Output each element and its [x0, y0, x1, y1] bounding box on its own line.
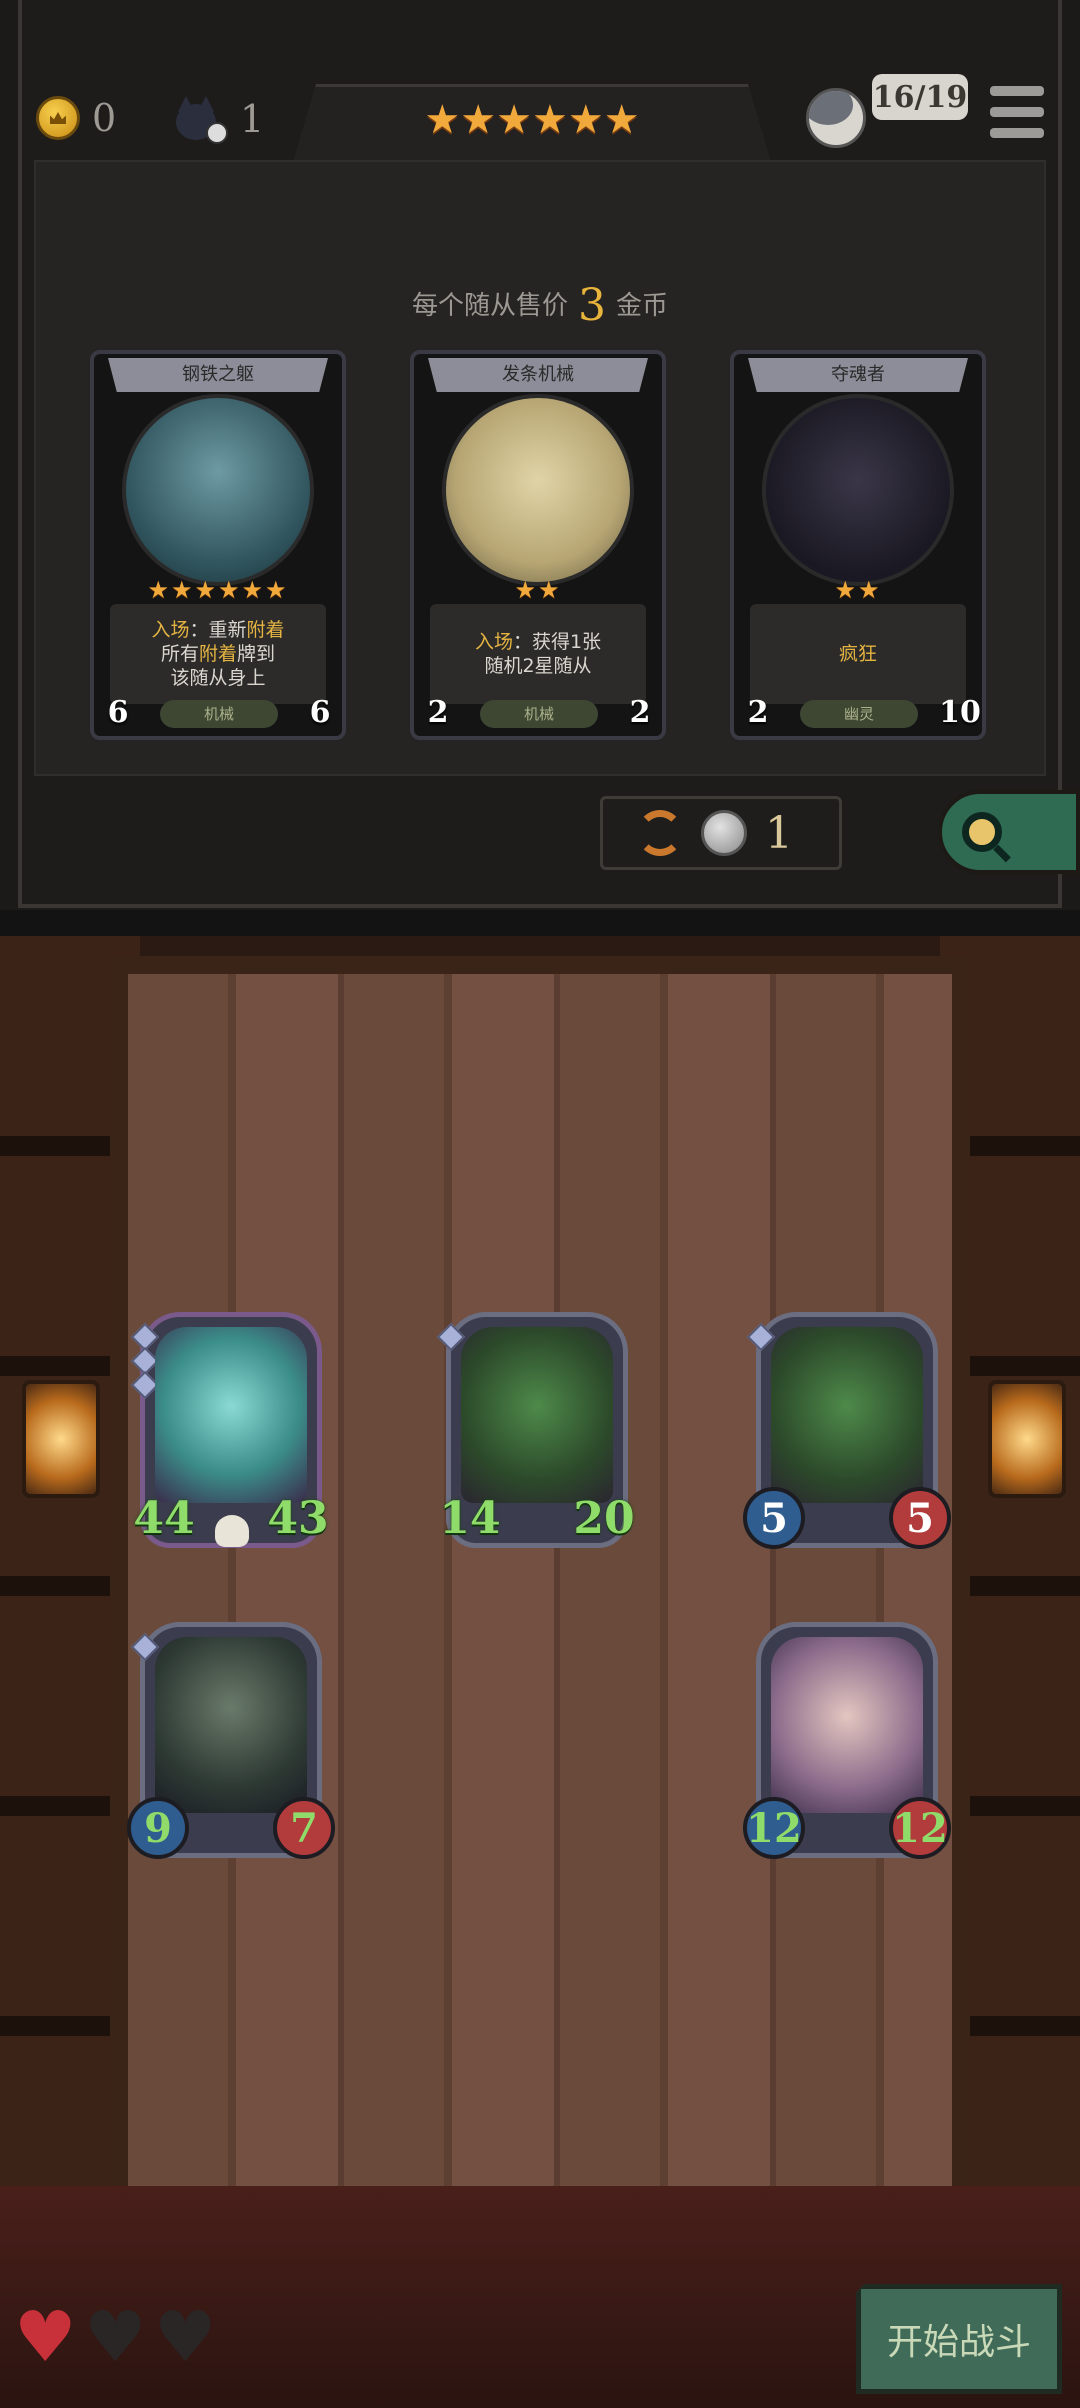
menu-icon[interactable] [990, 86, 1044, 138]
refresh-shop-button[interactable]: 1 [600, 796, 842, 870]
minion-health: 7 [273, 1797, 335, 1859]
card-health: 2 [620, 690, 660, 734]
board-minion-5[interactable]: 12 12 [743, 1622, 951, 1859]
minion-attack: 44 [133, 1492, 195, 1544]
sell-price-value: 3 [578, 280, 606, 331]
heart-empty-icon [154, 2302, 217, 2372]
heart-full-icon [14, 2302, 77, 2372]
player-avatar[interactable] [806, 88, 866, 148]
search-button[interactable] [938, 790, 1080, 874]
minion-attack: 9 [127, 1797, 189, 1859]
lantern-left-icon [22, 1380, 100, 1498]
lives-hearts [14, 2302, 217, 2372]
refresh-cost: 1 [765, 807, 793, 859]
card-name: 夺魂者 [748, 358, 968, 392]
shop-panel: 0 1 ★★★★★★ 16/19 每个随从售价 3 金币 钢铁之躯 ★★★★★★ 入… [0, 0, 1080, 910]
gold-coin-icon [36, 96, 80, 140]
card-stars: ★★ [514, 576, 562, 604]
sell-price-prefix: 每个随从售价 [411, 291, 568, 321]
black-cat-clock-icon [172, 94, 228, 144]
card-name: 钢铁之躯 [108, 358, 328, 392]
minion-portrait-plague-doctor [155, 1637, 307, 1813]
board-minion-1[interactable]: 44 43 [130, 1312, 329, 1548]
sell-price-suffix: 金币 [616, 291, 669, 321]
shop-card-1[interactable]: 钢铁之躯 ★★★★★★ 入场：重新附着 所有附着牌到 该随从身上 机械 6 6 [90, 350, 346, 740]
minion-pips [130, 1632, 160, 1662]
card-art-iron-knight [122, 394, 314, 586]
minion-health: 5 [889, 1487, 951, 1549]
minion-health: 20 [573, 1492, 635, 1544]
shop-card-3[interactable]: 夺魂者 ★★ 疯狂 幽灵 2 10 [730, 350, 986, 740]
board-minion-2[interactable]: 14 20 [436, 1312, 635, 1548]
card-attack: 6 [98, 690, 138, 734]
card-description: 入场：获得1张 随机2星随从 [430, 604, 646, 704]
board-minion-3[interactable]: 5 5 [743, 1312, 951, 1549]
card-tribe-tag: 幽灵 [800, 700, 918, 728]
card-art-soul-reaper [762, 394, 954, 586]
gold-value: 0 [92, 96, 117, 140]
tier-stars: ★★★★★★ [424, 97, 640, 143]
card-stars: ★★ [834, 576, 882, 604]
wooden-board [110, 956, 970, 2286]
minion-pips [436, 1322, 466, 1352]
card-health: 6 [300, 690, 340, 734]
minion-count-badge: 16/19 [872, 74, 968, 120]
card-description: 入场：重新附着 所有附着牌到 该随从身上 [110, 604, 326, 704]
tavern-tier: ★★★★★★ [292, 84, 772, 165]
minion-attack: 5 [743, 1487, 805, 1549]
card-stars: ★★★★★★ [147, 576, 289, 604]
minion-health: 12 [889, 1797, 951, 1859]
minion-health: 43 [267, 1492, 329, 1544]
start-battle-button[interactable]: 开始战斗 [856, 2284, 1062, 2394]
card-art-clockwork-mouse [442, 394, 634, 586]
card-name: 发条机械 [428, 358, 648, 392]
shop-card-2[interactable]: 发条机械 ★★ 入场：获得1张 随机2星随从 机械 2 2 [410, 350, 666, 740]
heart-empty-icon [84, 2302, 147, 2372]
card-tribe-tag: 机械 [480, 700, 598, 728]
minion-portrait-ghost-maw [155, 1327, 307, 1503]
cat-counter: 1 [172, 94, 264, 144]
refresh-icon [637, 810, 683, 856]
minion-pips [746, 1322, 776, 1352]
lantern-right-icon [988, 1380, 1066, 1498]
cat-value: 1 [240, 97, 265, 141]
silver-coin-icon [701, 810, 747, 856]
skull-icon [215, 1515, 249, 1547]
search-icon [962, 812, 1002, 852]
card-health: 10 [939, 690, 981, 734]
minion-portrait-cursed-sword [771, 1327, 923, 1503]
board-minion-4[interactable]: 9 7 [127, 1622, 335, 1859]
sell-price-info: 每个随从售价 3 金币 [0, 280, 1080, 331]
minion-attack: 14 [439, 1492, 501, 1544]
card-tribe-tag: 机械 [160, 700, 278, 728]
minion-portrait-snake-priestess [771, 1637, 923, 1813]
minion-attack: 12 [743, 1797, 805, 1859]
card-attack: 2 [738, 690, 778, 734]
card-description: 疯狂 [750, 604, 966, 704]
minion-portrait-cursed-sword [461, 1327, 613, 1503]
gold-counter: 0 [36, 96, 116, 140]
card-attack: 2 [418, 690, 458, 734]
minion-pips [130, 1322, 160, 1400]
